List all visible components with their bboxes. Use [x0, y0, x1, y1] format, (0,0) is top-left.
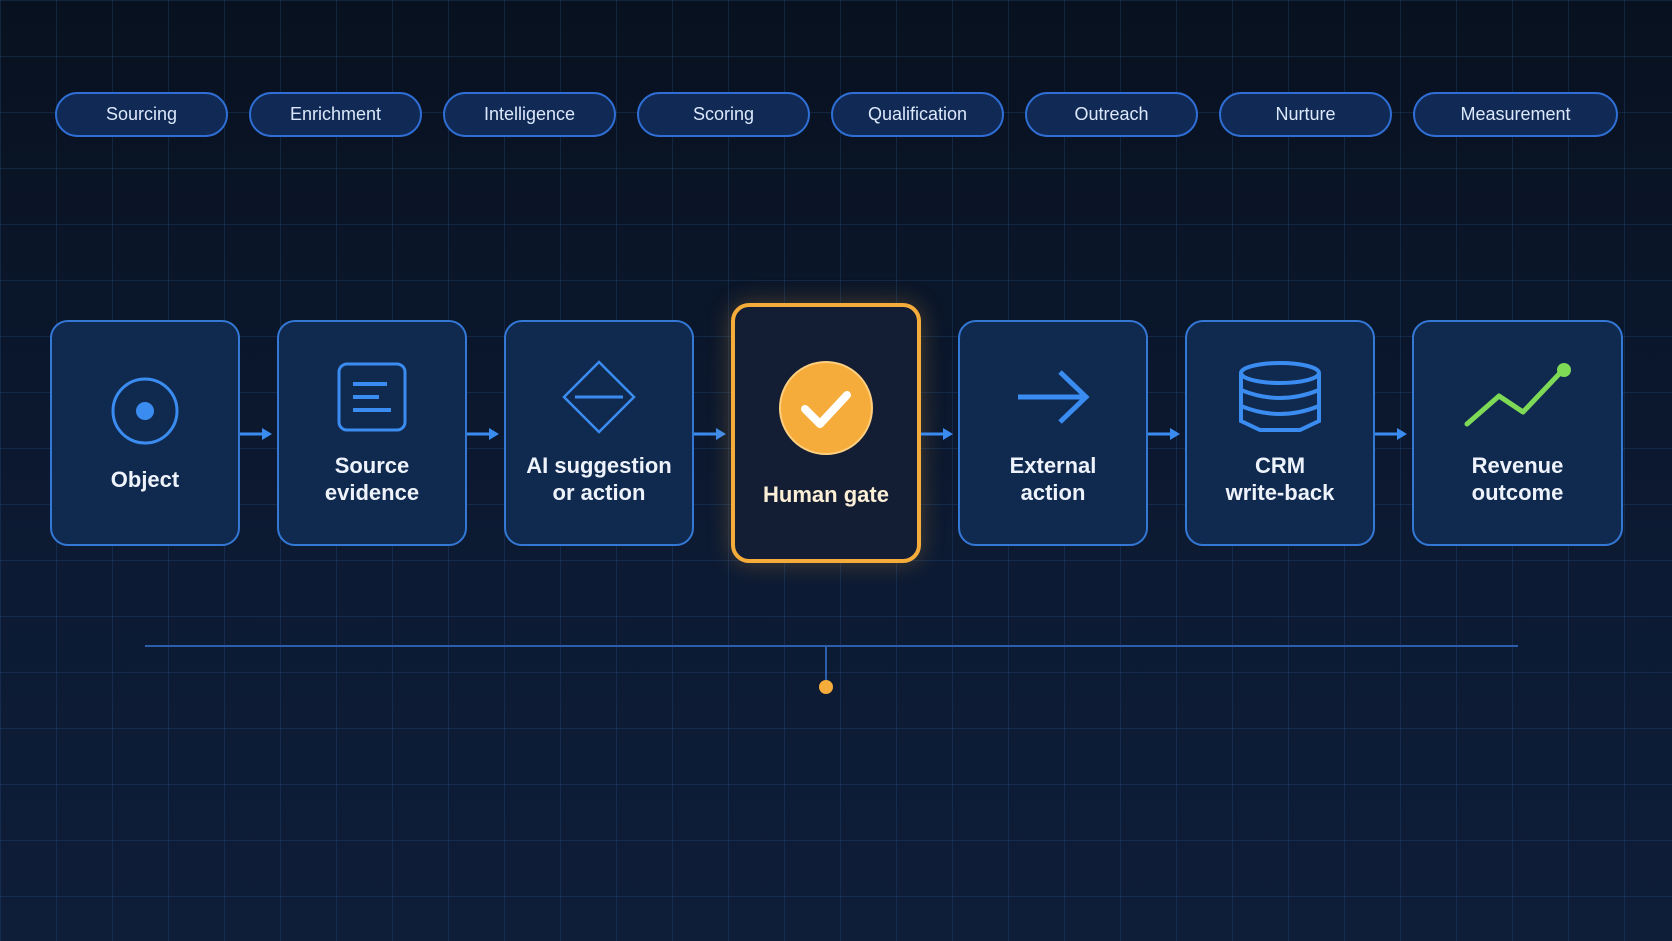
checkmark-circle-icon [779, 360, 873, 455]
flow-arrow-icon [1148, 428, 1180, 440]
flow-arrow-icon [240, 428, 272, 440]
trend-up-icon [1464, 363, 1571, 427]
document-lines-icon [337, 362, 407, 432]
flow-card-ai-suggestion: AI suggestion or action [504, 320, 694, 546]
flow-card-crm-write-back: CRM write-back [1185, 320, 1375, 546]
flow-card-label: Source evidence [324, 453, 420, 505]
flow-card-source-evidence: Source evidence [277, 320, 467, 546]
flow-card-label: Object [110, 466, 180, 492]
flow-card-label: Human gate [763, 481, 889, 507]
stage-pill-nurture: Nurture [1219, 92, 1392, 137]
flow-arrow-icon [921, 428, 953, 440]
flow-card-revenue-outcome: Revenue outcome [1412, 320, 1623, 546]
stage-pill-intelligence: Intelligence [443, 92, 616, 137]
flow-arrow-icon [1375, 428, 1407, 440]
target-icon [111, 377, 179, 444]
flow-card-object: Object [50, 320, 240, 546]
diamond-icon [562, 360, 636, 434]
database-icon [1239, 361, 1321, 432]
flow-card-label: Revenue outcome [1471, 453, 1564, 505]
flow-card-external-action: External action [958, 320, 1148, 546]
flow-card-label: CRM write-back [1225, 453, 1335, 505]
stage-pill-enrichment: Enrichment [249, 92, 422, 137]
arrow-right-icon [1018, 370, 1090, 424]
stage-pill-qualification: Qualification [831, 92, 1004, 137]
stage-pill-outreach: Outreach [1025, 92, 1198, 137]
flow-arrow-icon [467, 428, 499, 440]
stage-pill-sourcing: Sourcing [55, 92, 228, 137]
flow-arrow-icon [694, 428, 726, 440]
stage-pill-scoring: Scoring [637, 92, 810, 137]
flow-card-label: External action [1009, 453, 1097, 505]
pipeline-diagram: Sourcing Enrichment Intelligence Scoring… [0, 0, 1672, 941]
gate-marker-dot [819, 680, 833, 694]
flow-card-label: AI suggestion or action [526, 453, 672, 505]
stage-pill-measurement: Measurement [1413, 92, 1618, 137]
flow-card-human-gate: Human gate [731, 303, 921, 563]
